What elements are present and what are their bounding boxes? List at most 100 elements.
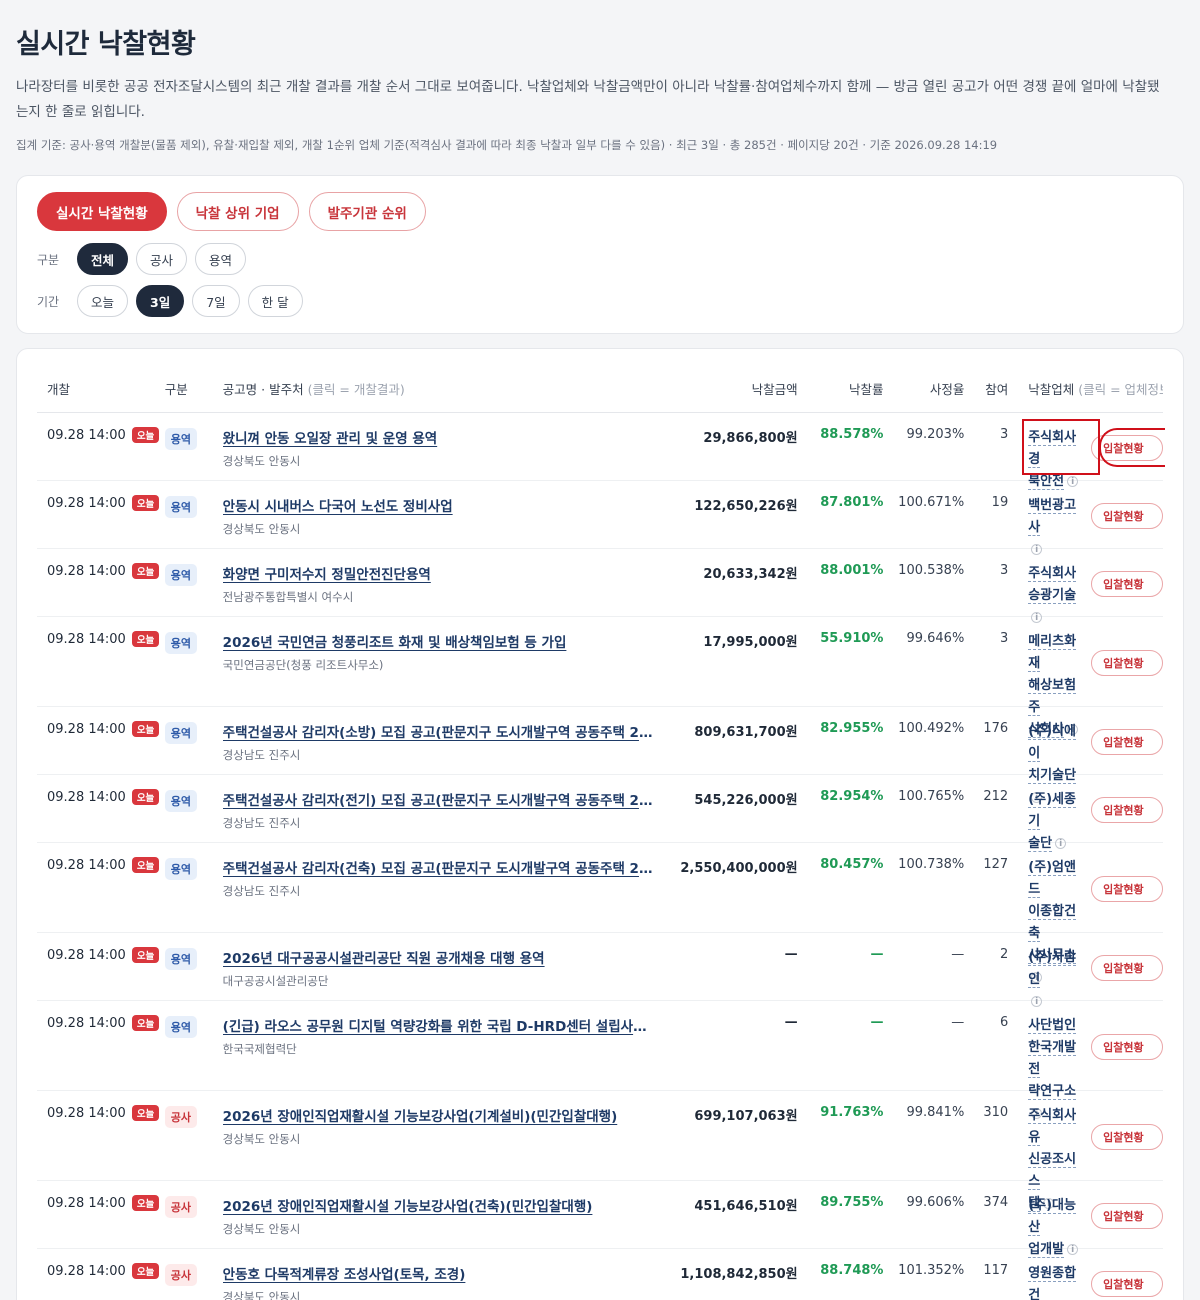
open-datetime-text: 09.28 14:00 [47,947,126,963]
open-datetime: 09.28 14:00 오늘 [47,947,165,963]
notice-title-link[interactable]: 안동호 다목적계류장 조성사업(토목, 조경) [223,1263,658,1283]
info-icon[interactable]: i [1031,612,1043,623]
notice-title-link[interactable]: 2026년 국민연금 청풍리조트 화재 및 배상책임보험 등 가입 [223,631,658,651]
info-icon[interactable]: i [1067,476,1079,487]
winner-name-line: 략연구소 [1028,1084,1077,1100]
period-filter: 기간 오늘 3일 7일 한 달 [37,285,1163,317]
cell-title: 안동호 다목적계류장 조성사업(토목, 조경) 경상북도 안동시 [223,1263,662,1300]
open-datetime-text: 09.28 14:00 [47,1263,126,1279]
table-row: 09.28 14:00 오늘 용역 2026년 국민연금 청풍리조트 화재 및 배상책… [37,617,1163,738]
award-rate: 87.801% [820,495,884,510]
winner-company-link[interactable]: 주식회사 승광기술 i [1008,563,1083,629]
chip-period-3days[interactable]: 3일 [136,285,185,317]
chip-category-all[interactable]: 전체 [77,243,129,275]
open-datetime-text: 09.28 14:00 [47,1015,126,1031]
page-description: 나라장터를 비롯한 공공 전자조달시스템의 최근 개찰 결과를 개찰 순서 그대… [16,79,1160,120]
notice-title-link[interactable]: 화양면 구미저수지 정밀안전진단용역 [223,563,658,583]
bid-status-button[interactable]: 입찰현황 [1091,797,1163,823]
participant-count: 19 [991,495,1009,510]
open-datetime: 09.28 14:00 오늘 [47,1105,165,1121]
ordering-agency: 경상북도 안동시 [222,1222,301,1236]
bid-status-button[interactable]: 입찰현황 [1091,955,1163,981]
winner-company-link[interactable]: (주)세종기 술단 i [1008,789,1083,855]
tab-realtime-awards[interactable]: 실시간 낙찰현황 [37,192,167,231]
open-datetime-text: 09.28 14:00 [47,789,126,805]
period-filter-label: 기간 [37,294,60,309]
category-filter: 구분 전체 공사 용역 [37,243,1163,275]
bid-status-button[interactable]: 입찰현황 [1091,571,1163,597]
winner-name-line: 승광기술 [1028,588,1077,604]
notice-title-link[interactable]: (긴급) 라오스 공무원 디지털 역량강화를 위한 국립 D-HRD센터 설립사… [223,1015,658,1035]
table-row: 09.28 14:00 오늘 공사 2026년 장애인직업재활시설 기능보강사업(건축… [37,1181,1163,1258]
bid-status-button[interactable]: 입찰현황 [1091,650,1163,676]
today-badge: 오늘 [131,563,160,579]
notice-title-link[interactable]: 2026년 대구공공시설관리공단 직원 공개채용 대행 용역 [223,947,658,967]
notice-title-link[interactable]: 2026년 장애인직업재활시설 기능보강사업(기계설비)(민간입찰대행) [223,1105,658,1125]
chip-period-month[interactable]: 한 달 [247,285,303,317]
cell-date: 09.28 14:00 오늘 [37,427,165,443]
winner-company-link[interactable]: 영원종합건설 주식회i [1008,1263,1083,1300]
award-rate: 91.763% [820,1105,884,1120]
cell-bid-status: 입찰현황 [1083,1263,1163,1297]
assessment-rate: 100.492% [898,721,965,736]
tab-top-companies[interactable]: 낙찰 상위 기업 [176,192,299,231]
winner-name-line: 치기술단 [1028,768,1077,784]
chip-category-construction[interactable]: 공사 [136,243,188,275]
participant-count: 374 [983,1195,1009,1210]
open-datetime: 09.28 14:00 오늘 [47,1263,165,1279]
info-icon[interactable]: i [1055,838,1067,849]
category-filter-label: 구분 [37,252,60,267]
cell-type: 용역 [164,1015,223,1038]
bid-status-button[interactable]: 입찰현황 [1091,503,1163,529]
award-amount: 29,866,800원 [703,431,798,446]
bid-status-button[interactable]: 입찰현황 [1091,876,1163,902]
winner-name-line: 술단 [1028,836,1053,852]
notice-title-link[interactable]: 안동시 시내버스 다국어 노선도 정비사업 [223,495,658,515]
open-datetime-text: 09.28 14:00 [47,427,126,443]
info-icon[interactable]: i [1031,996,1043,1007]
award-amount: 17,995,000원 [703,635,798,650]
award-amount: — [784,1015,798,1030]
notice-title-link[interactable]: 2026년 장애인직업재활시설 기능보강사업(건축)(민간입찰대행) [223,1195,658,1215]
today-badge: 오늘 [131,1195,160,1211]
winner-name-line: 신공조시스 [1028,1152,1077,1190]
table-row: 09.28 14:00 오늘 공사 2026년 장애인직업재활시설 기능보강사업(기계… [37,1091,1163,1212]
cell-date: 09.28 14:00 오늘 [37,947,165,963]
open-datetime: 09.28 14:00 오늘 [47,495,165,511]
info-icon[interactable]: i [1031,544,1043,555]
cell-title: (긴급) 라오스 공무원 디지털 역량강화를 위한 국립 D-HRD센터 설립사… [223,1015,662,1057]
notice-title-link[interactable]: 주택건설공사 감리자(건축) 모집 공고(판문지구 도시개발구역 공동주택 2블… [223,857,658,877]
type-badge: 용역 [164,632,198,654]
cell-bid-status: 입찰현황 [1083,495,1163,529]
bid-status-button[interactable]: 입찰현황 [1091,1271,1163,1297]
winner-company-link[interactable]: (주)대능산 업개발 i [1008,1195,1083,1261]
bid-status-button[interactable]: 입찰현황 [1091,1124,1163,1150]
cell-type: 용역 [164,789,223,812]
ordering-agency: 전남광주통합특별시 여수시 [222,590,354,604]
notice-title-link[interactable]: 왔니껴 안동 오일장 관리 및 운영 용역 [223,427,658,447]
cell-date: 09.28 14:00 오늘 [37,1015,165,1031]
open-datetime-text: 09.28 14:00 [47,857,126,873]
winner-company-link[interactable]: (주)사람인 i [1008,947,1083,1013]
cell-type: 용역 [164,631,223,654]
winner-name-line: 메리츠화재 [1028,634,1077,672]
notice-title-link[interactable]: 주택건설공사 감리자(소방) 모집 공고(판문지구 도시개발구역 공동주택 2블… [223,721,658,741]
chip-period-7days[interactable]: 7일 [192,285,240,317]
assessment-rate: 99.203% [906,427,965,442]
award-rate: 82.955% [820,721,884,736]
bid-status-button[interactable]: 입찰현황 [1091,1203,1163,1229]
bid-status-button[interactable]: 입찰현황 [1091,1034,1163,1060]
chip-category-service[interactable]: 용역 [195,243,247,275]
winner-company-link[interactable]: 백번광고사 i [1008,495,1083,561]
bid-status-button[interactable]: 입찰현황 [1091,729,1163,755]
table-row: 09.28 14:00 오늘 용역 주택건설공사 감리자(건축) 모집 공고(판문지구… [37,843,1163,983]
assessment-rate: 99.646% [906,631,965,646]
open-datetime: 09.28 14:00 오늘 [47,721,165,737]
type-badge: 공사 [164,1196,198,1218]
notice-title-link[interactable]: 주택건설공사 감리자(전기) 모집 공고(판문지구 도시개발구역 공동주택 2블… [223,789,658,809]
tab-agency-ranking[interactable]: 발주기관 순위 [308,192,426,231]
cell-title: 2026년 장애인직업재활시설 기능보강사업(건축)(민간입찰대행) 경상북도 안… [223,1195,662,1237]
info-icon[interactable]: i [1067,1244,1079,1255]
cell-type: 용역 [164,495,223,518]
chip-period-today[interactable]: 오늘 [77,285,129,317]
